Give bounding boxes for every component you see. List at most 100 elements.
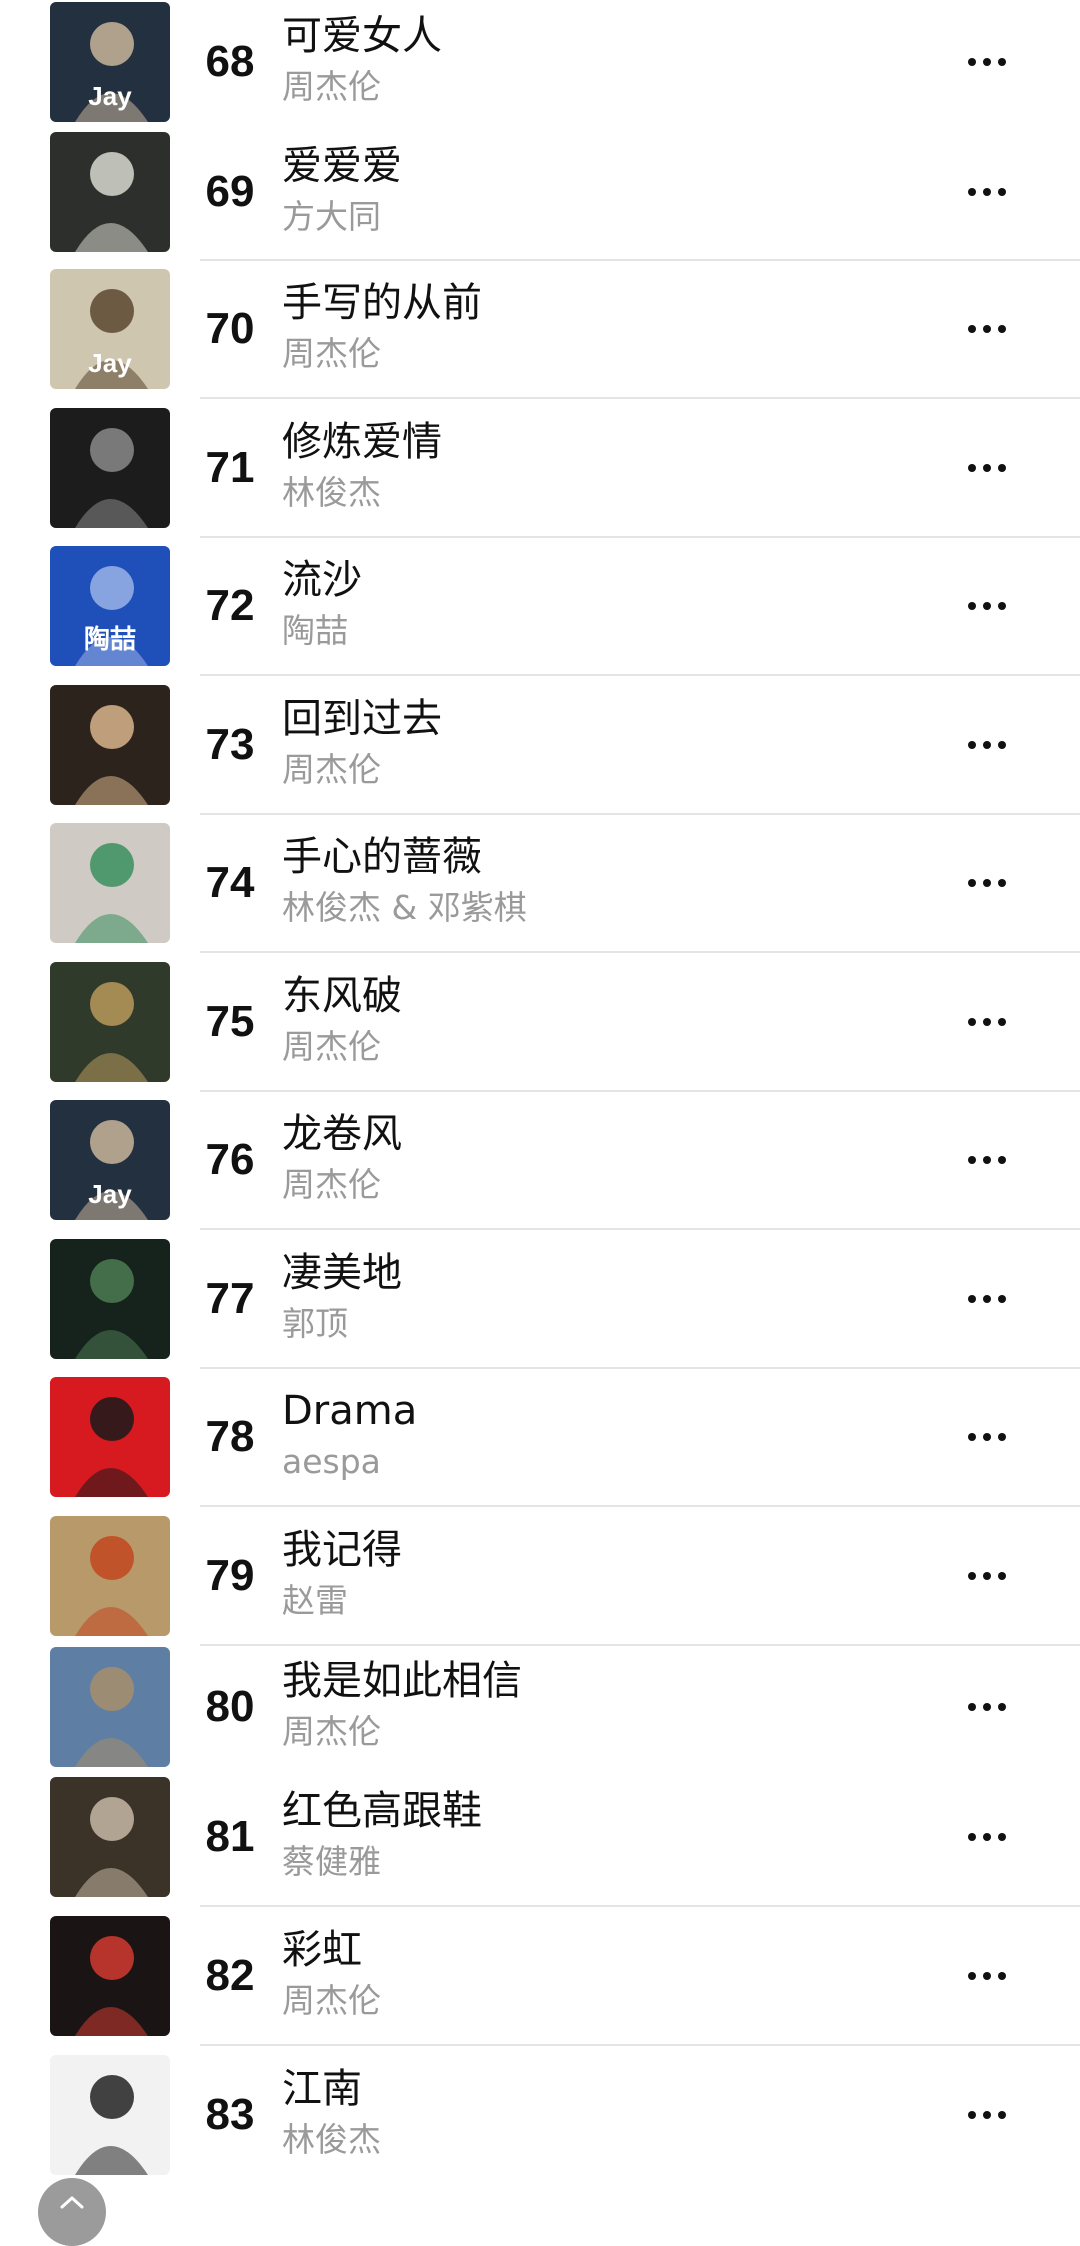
- more-options-button[interactable]: [955, 725, 1019, 765]
- ellipsis-horizontal-icon: [968, 1294, 1006, 1303]
- ellipsis-horizontal-icon: [968, 1433, 1006, 1441]
- song-row[interactable]: 71 修炼爱情 林俊杰: [0, 397, 1080, 537]
- more-options-button[interactable]: [955, 42, 1019, 82]
- song-title: 手心的蔷薇: [282, 834, 482, 880]
- chevron-up-icon: [60, 2196, 84, 2209]
- song-row[interactable]: Jay 70 手写的从前 周杰伦: [0, 259, 1080, 398]
- row-separator: [200, 536, 1080, 538]
- song-row[interactable]: Jay 76 龙卷风 周杰伦: [0, 1090, 1080, 1229]
- song-row[interactable]: 69 爱爱爱方大同: [0, 123, 1080, 260]
- ellipsis-horizontal-icon: [968, 1702, 1006, 1711]
- album-artwork-text: Jay: [88, 1179, 132, 1209]
- song-row[interactable]: 77 凄美地 郭顶: [0, 1228, 1080, 1368]
- song-row[interactable]: 75 东风破 周杰伦: [0, 951, 1080, 1091]
- more-options-button[interactable]: [955, 1956, 1019, 1996]
- song-title: 流沙: [282, 557, 362, 603]
- album-artwork-text: Jay: [88, 80, 132, 111]
- song-artist: 林俊杰: [282, 472, 381, 512]
- song-rank: 68: [205, 36, 255, 86]
- song-row[interactable]: 73 回到过去 周杰伦: [0, 674, 1080, 814]
- song-rank: 76: [205, 1135, 255, 1184]
- song-title: 回到过去: [282, 695, 442, 742]
- song-title: 江南: [282, 2066, 362, 2112]
- album-artwork: [50, 1915, 170, 2036]
- more-options-button[interactable]: [955, 1556, 1019, 1596]
- ellipsis-horizontal-icon: [968, 187, 1006, 196]
- ellipsis-horizontal-icon: [968, 463, 1006, 472]
- song-row[interactable]: 74 手心的蔷薇林俊杰 & 邓紫棋: [0, 813, 1080, 952]
- song-rank: 69: [205, 166, 255, 216]
- row-separator: [200, 951, 1080, 953]
- more-options-button[interactable]: [955, 1687, 1019, 1727]
- ellipsis-horizontal-icon: [968, 325, 1006, 333]
- song-row[interactable]: 陶喆 72 流沙 陶喆: [0, 536, 1080, 675]
- song-artist: 赵雷: [282, 1580, 348, 1620]
- song-title: 爱爱爱: [282, 142, 402, 189]
- song-title: 彩虹: [282, 1926, 362, 1973]
- row-separator: [200, 1228, 1080, 1230]
- more-options-button[interactable]: [955, 1279, 1019, 1319]
- song-rank: 78: [205, 1412, 255, 1461]
- song-row[interactable]: 78 Drama aespa: [0, 1367, 1080, 1506]
- song-title: 可爱女人: [282, 12, 442, 59]
- ellipsis-horizontal-icon: [968, 1833, 1006, 1841]
- ellipsis-horizontal-icon: [968, 2111, 1006, 2119]
- more-options-button[interactable]: [955, 309, 1019, 349]
- more-options-button[interactable]: [955, 1417, 1019, 1457]
- row-separator: [200, 1905, 1080, 1907]
- ellipsis-horizontal-icon: [968, 602, 1006, 610]
- album-artwork: [50, 684, 170, 805]
- row-separator: [200, 259, 1080, 261]
- ellipsis-horizontal-icon: [968, 1156, 1006, 1164]
- song-row[interactable]: 80 我是如此相信 周杰伦: [0, 1644, 1080, 1768]
- more-options-button[interactable]: [955, 172, 1019, 212]
- album-artwork: [50, 1515, 170, 1636]
- song-rank: 73: [205, 719, 255, 769]
- more-options-button[interactable]: [955, 1817, 1019, 1857]
- song-artist: 周杰伦: [282, 1026, 381, 1066]
- row-separator: [200, 2044, 1080, 2046]
- song-row[interactable]: Jay 68 可爱女人 周杰伦: [0, 0, 1080, 123]
- song-artist: 林俊杰 & 邓紫棋: [282, 888, 527, 927]
- song-row[interactable]: 82 彩虹 周杰伦: [0, 1905, 1080, 2045]
- song-row[interactable]: 83 江南 林俊杰: [0, 2044, 1080, 2185]
- song-title: Drama: [282, 1388, 418, 1434]
- more-options-button[interactable]: [955, 448, 1019, 488]
- album-artwork: [50, 1646, 170, 1767]
- song-row[interactable]: 79 我记得 赵雷: [0, 1505, 1080, 1645]
- song-title: 我是如此相信: [282, 1657, 522, 1704]
- album-artwork: 陶喆: [50, 546, 170, 666]
- ellipsis-horizontal-icon: [968, 57, 1006, 66]
- song-title: 手写的从前: [282, 280, 482, 326]
- album-artwork: [50, 2055, 170, 2175]
- ellipsis-horizontal-icon: [968, 1017, 1006, 1026]
- row-separator: [200, 397, 1080, 399]
- more-options-button[interactable]: [955, 1002, 1019, 1042]
- song-rank: 77: [205, 1273, 255, 1323]
- song-rank: 74: [205, 858, 255, 907]
- album-artwork: [50, 131, 170, 252]
- album-artwork: Jay: [50, 269, 170, 389]
- album-artwork: [50, 823, 170, 943]
- more-options-button[interactable]: [955, 1140, 1019, 1180]
- song-row[interactable]: 81 红色高跟鞋 蔡健雅: [0, 1768, 1080, 1906]
- song-rank: 81: [205, 1812, 255, 1861]
- album-artwork: Jay: [50, 1, 170, 122]
- row-separator: [200, 1090, 1080, 1092]
- ellipsis-horizontal-icon: [968, 1971, 1006, 1980]
- song-artist: 蔡健雅: [282, 1842, 381, 1881]
- song-rank: 75: [205, 996, 255, 1046]
- more-options-button[interactable]: [955, 2095, 1019, 2135]
- more-options-button[interactable]: [955, 586, 1019, 626]
- song-artist: 郭顶: [282, 1303, 348, 1343]
- song-rank: 83: [205, 2090, 255, 2139]
- song-rank: 79: [205, 1550, 255, 1600]
- song-artist: 方大同: [282, 196, 381, 236]
- album-artwork: [50, 407, 170, 528]
- row-separator: [200, 674, 1080, 676]
- more-options-button[interactable]: [955, 863, 1019, 903]
- song-artist: 周杰伦: [282, 1980, 381, 2020]
- scroll-to-top-button[interactable]: [38, 2178, 106, 2246]
- album-artwork: [50, 1777, 170, 1897]
- row-separator: [200, 1367, 1080, 1369]
